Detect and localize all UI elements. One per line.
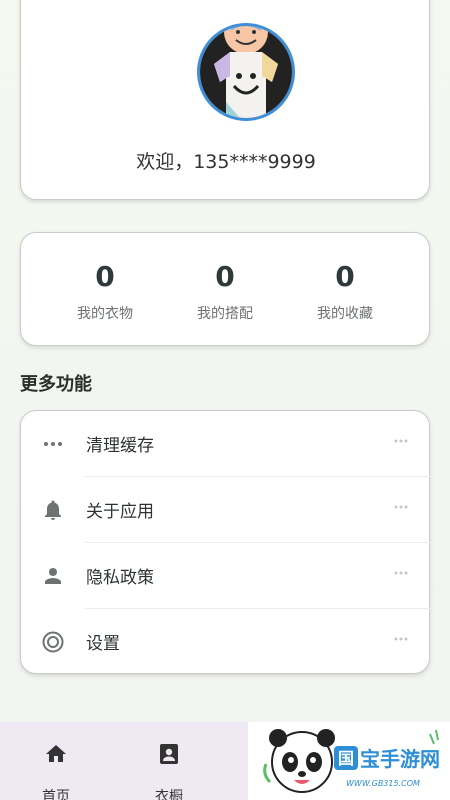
watermark-logo: 国 宝手游网 WWW.GB315.COM bbox=[263, 729, 440, 793]
contact-card-icon bbox=[160, 744, 178, 764]
more-dots-icon bbox=[394, 571, 408, 575]
more-dots-icon bbox=[394, 439, 408, 443]
stat-favorites[interactable]: 0 我的收藏 bbox=[277, 259, 413, 323]
more-dots-icon bbox=[394, 637, 408, 641]
more-dots-icon bbox=[394, 505, 408, 509]
menu-item-privacy[interactable]: 隐私政策 bbox=[21, 543, 431, 609]
nav-item-label: 衣橱 bbox=[155, 789, 183, 800]
stat-clothes[interactable]: 0 我的衣物 bbox=[37, 259, 173, 323]
stat-favorites-count: 0 bbox=[335, 260, 355, 293]
menu-item-label: 隐私政策 bbox=[86, 568, 154, 588]
watermark: 国 宝手游网 WWW.GB315.COM bbox=[248, 722, 450, 800]
radio-target-icon bbox=[42, 631, 64, 653]
menu-item-about[interactable]: 关于应用 bbox=[21, 477, 431, 543]
profile-card: 欢迎，135****9999 bbox=[20, 0, 430, 200]
watermark-url: WWW.GB315.COM bbox=[346, 779, 420, 788]
person-icon bbox=[45, 568, 61, 584]
menu-item-clear-cache[interactable]: 清理缓存 bbox=[21, 411, 431, 477]
menu-item-label: 关于应用 bbox=[86, 502, 154, 522]
home-icon bbox=[46, 745, 66, 762]
watermark-brand: 宝手游网 bbox=[360, 747, 440, 771]
nav-item-label: 首页 bbox=[42, 789, 70, 800]
nav-item-wardrobe[interactable]: 衣橱 bbox=[124, 722, 214, 800]
avatar[interactable] bbox=[197, 23, 295, 121]
section-title: 更多功能 bbox=[20, 374, 92, 395]
svg-text:国: 国 bbox=[338, 749, 354, 768]
bell-icon bbox=[45, 500, 61, 520]
menu-item-settings[interactable]: 设置 bbox=[21, 609, 431, 675]
stat-outfits-label: 我的搭配 bbox=[197, 306, 253, 322]
menu-card: 清理缓存 关于应用 隐私政策 设置 bbox=[20, 410, 431, 675]
menu-item-label: 设置 bbox=[86, 634, 120, 654]
stat-outfits[interactable]: 0 我的搭配 bbox=[157, 259, 293, 323]
menu-item-label: 清理缓存 bbox=[86, 436, 154, 456]
avatar-image bbox=[200, 26, 292, 118]
stat-favorites-label: 我的收藏 bbox=[317, 306, 373, 322]
nav-item-home[interactable]: 首页 bbox=[11, 722, 101, 800]
stat-clothes-count: 0 bbox=[95, 260, 115, 293]
stat-clothes-label: 我的衣物 bbox=[77, 306, 133, 322]
welcome-text: 欢迎，135****9999 bbox=[136, 151, 316, 173]
more-horiz-icon bbox=[44, 442, 62, 446]
stat-outfits-count: 0 bbox=[215, 260, 235, 293]
stats-card: 0 我的衣物 0 我的搭配 0 我的收藏 bbox=[20, 232, 430, 346]
